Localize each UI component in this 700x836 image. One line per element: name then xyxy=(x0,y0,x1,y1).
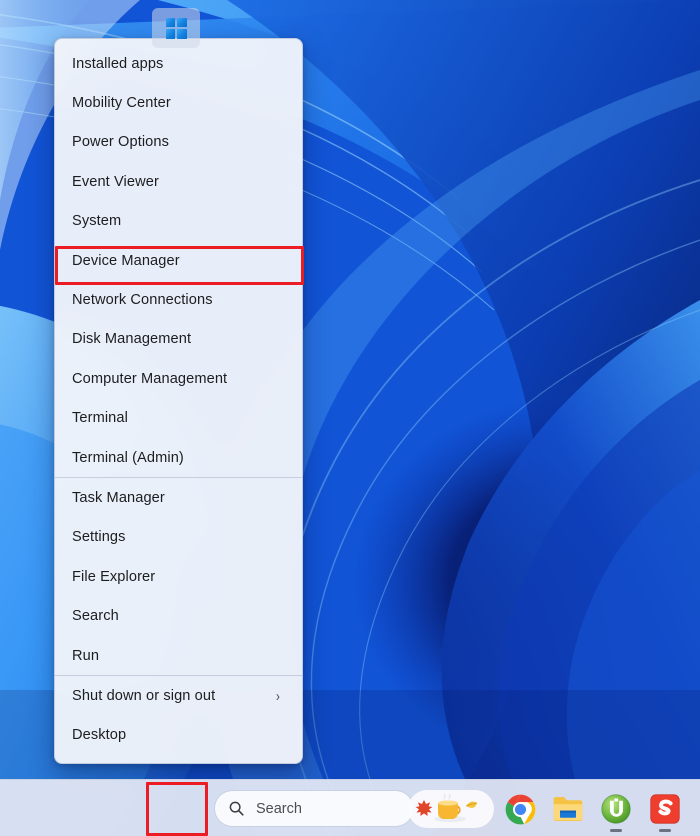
windows-logo-pane-2 xyxy=(177,17,187,27)
menu-item-label: Desktop xyxy=(72,727,127,744)
widgets-weather-glyph xyxy=(415,794,478,823)
utorrent-icon[interactable] xyxy=(596,789,636,832)
menu-item-list: Installed apps Mobility Center Power Optio… xyxy=(55,44,302,755)
widgets-weather-icon[interactable] xyxy=(408,790,494,828)
snagit-glyph xyxy=(650,794,680,824)
menu-item-power-options[interactable]: Power Options xyxy=(55,123,302,162)
file-explorer-icon[interactable] xyxy=(548,789,588,829)
running-indicator xyxy=(610,829,622,832)
menu-item-label: Disk Management xyxy=(72,331,192,348)
windows-logo-pane-1 xyxy=(165,17,175,27)
menu-item-terminal[interactable]: Terminal xyxy=(55,399,302,438)
menu-item-label: Settings xyxy=(72,529,126,546)
menu-item-device-manager[interactable]: Device Manager xyxy=(55,241,302,280)
menu-item-label: Terminal (Admin) xyxy=(72,449,184,466)
menu-item-disk-management[interactable]: Disk Management xyxy=(55,320,302,359)
windows-logo-pane-4 xyxy=(177,29,187,39)
file-explorer-glyph xyxy=(553,797,583,821)
windows-logo-icon xyxy=(165,17,187,39)
menu-item-label: Search xyxy=(72,608,119,625)
menu-item-shut-down-or-sign-out[interactable]: Shut down or sign out › xyxy=(55,676,302,715)
utorrent-glyph xyxy=(601,794,631,824)
chrome-icon[interactable] xyxy=(500,789,540,829)
menu-item-label: Task Manager xyxy=(72,489,165,506)
snagit-icon[interactable] xyxy=(645,789,685,832)
desktop-screen: Installed apps Mobility Center Power Optio… xyxy=(0,0,700,836)
menu-item-label: Power Options xyxy=(72,134,170,151)
menu-item-label: Event Viewer xyxy=(72,173,159,190)
menu-item-label: Terminal xyxy=(72,410,128,427)
win-x-power-user-menu[interactable]: Installed apps Mobility Center Power Optio… xyxy=(54,38,304,764)
menu-item-installed-apps[interactable]: Installed apps xyxy=(55,44,302,83)
menu-item-run[interactable]: Run xyxy=(55,636,302,675)
menu-item-label: File Explorer xyxy=(72,568,156,585)
menu-item-label: Computer Management xyxy=(72,370,228,387)
menu-item-event-viewer[interactable]: Event Viewer xyxy=(55,162,302,201)
menu-item-terminal-admin[interactable]: Terminal (Admin) xyxy=(55,438,302,477)
menu-item-file-explorer[interactable]: File Explorer xyxy=(55,557,302,596)
chevron-right-icon: › xyxy=(275,687,280,705)
menu-item-settings[interactable]: Settings xyxy=(55,518,302,557)
menu-item-mobility-center[interactable]: Mobility Center xyxy=(55,83,302,122)
menu-item-search[interactable]: Search xyxy=(55,596,302,635)
chrome-glyph xyxy=(505,794,535,824)
menu-item-label: Mobility Center xyxy=(72,95,171,112)
search-input[interactable]: Search xyxy=(214,790,414,827)
menu-item-system[interactable]: System xyxy=(55,202,302,241)
menu-item-computer-management[interactable]: Computer Management xyxy=(55,359,302,398)
menu-item-label: Shut down or sign out xyxy=(72,687,216,704)
menu-item-label: Device Manager xyxy=(72,252,180,269)
menu-item-task-manager[interactable]: Task Manager xyxy=(55,478,302,517)
menu-item-desktop[interactable]: Desktop xyxy=(55,716,302,755)
menu-item-network-connections[interactable]: Network Connections xyxy=(55,280,302,319)
windows-logo-pane-3 xyxy=(165,29,175,39)
search-icon xyxy=(229,801,244,816)
menu-item-label: Installed apps xyxy=(72,55,164,72)
menu-item-label: Run xyxy=(72,647,100,664)
menu-item-label: Network Connections xyxy=(72,292,213,309)
search-placeholder: Search xyxy=(256,800,302,817)
start-button[interactable] xyxy=(152,8,200,48)
menu-item-label: System xyxy=(72,213,122,230)
running-indicator xyxy=(659,829,671,832)
